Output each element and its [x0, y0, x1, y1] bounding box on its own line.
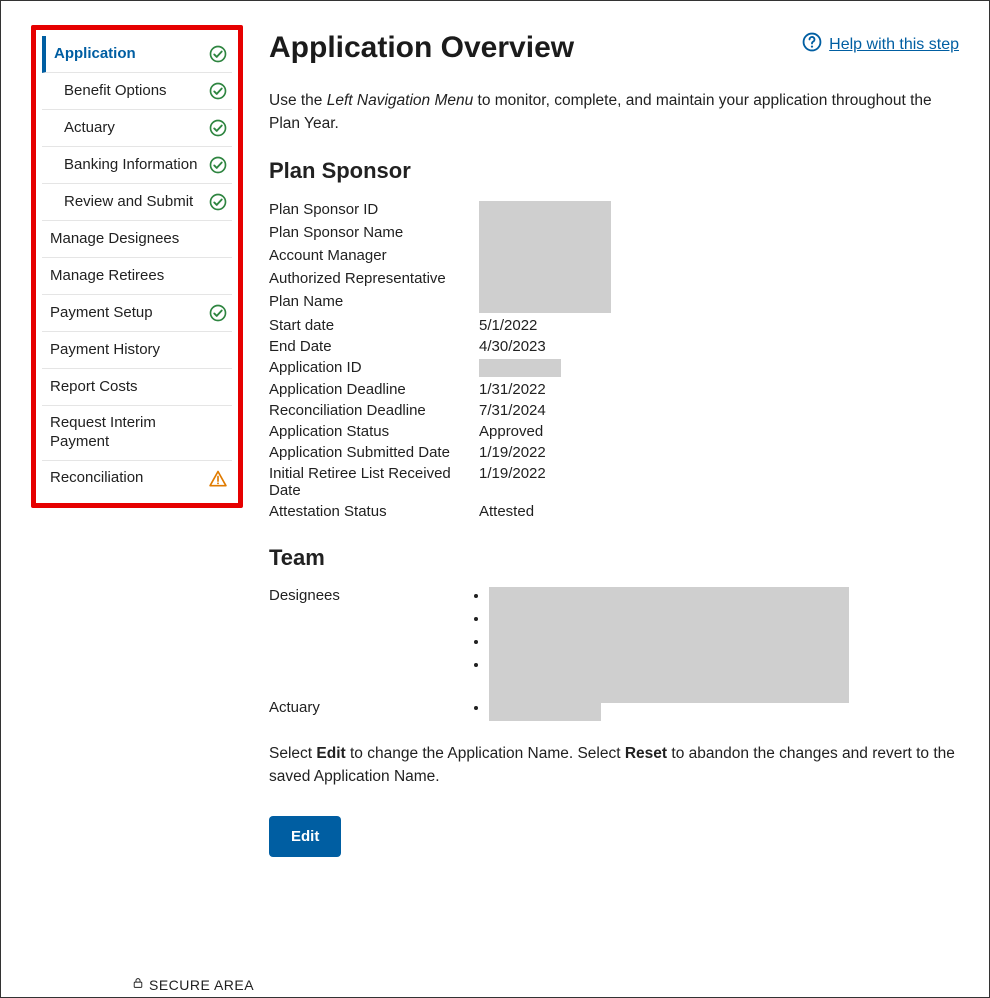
- team-actuary-row: Actuary: [269, 699, 959, 722]
- nav-label: Benefit Options: [64, 82, 200, 101]
- nav-label: Review and Submit: [64, 193, 200, 212]
- nav-item-request-interim-payment[interactable]: Request Interim Payment: [42, 406, 232, 461]
- check-circle-icon: [208, 192, 228, 212]
- field-label-application-submitted-date: Application Submitted Date: [269, 443, 479, 462]
- field-label-plan-sponsor-id: Plan Sponsor ID: [269, 200, 479, 221]
- field-value-start-date: 5/1/2022: [479, 316, 959, 335]
- secure-area-label: SECURE AREA: [149, 977, 254, 993]
- field-value-initial-retiree-list-date: 1/19/2022: [479, 464, 959, 500]
- field-value-end-date: 4/30/2023: [479, 337, 959, 356]
- field-label-attestation-status: Attestation Status: [269, 502, 479, 521]
- field-label-application-deadline: Application Deadline: [269, 380, 479, 399]
- field-label-plan-name: Plan Name: [269, 292, 479, 313]
- check-circle-icon: [208, 118, 228, 138]
- plan-sponsor-heading: Plan Sponsor: [269, 158, 959, 184]
- field-label-start-date: Start date: [269, 316, 479, 335]
- field-label-application-id: Application ID: [269, 358, 479, 378]
- page-title: Application Overview: [269, 31, 574, 65]
- plan-sponsor-fields: Plan Sponsor ID Plan Sponsor Name Accoun…: [269, 200, 959, 521]
- warning-triangle-icon: [208, 469, 228, 489]
- actuary-label: Actuary: [269, 699, 469, 716]
- redacted-block: [479, 201, 611, 313]
- designees-list: [469, 587, 959, 673]
- field-value-application-submitted-date: 1/19/2022: [479, 443, 959, 462]
- nav-label: Manage Retirees: [50, 267, 200, 286]
- field-label-reconciliation-deadline: Reconciliation Deadline: [269, 401, 479, 420]
- field-label-application-status: Application Status: [269, 422, 479, 441]
- check-circle-icon: [208, 303, 228, 323]
- nav-item-benefit-options[interactable]: Benefit Options: [42, 73, 232, 110]
- nav-item-application[interactable]: Application: [42, 36, 232, 73]
- check-circle-icon: [208, 44, 228, 64]
- list-item: [489, 610, 959, 627]
- list-item: [489, 699, 959, 716]
- nav-label: Banking Information: [64, 156, 200, 175]
- designees-label: Designees: [269, 587, 469, 604]
- list-item: [489, 633, 959, 650]
- field-label-end-date: End Date: [269, 337, 479, 356]
- nav-item-manage-retirees[interactable]: Manage Retirees: [42, 258, 232, 295]
- help-with-this-step-link[interactable]: Help with this step: [801, 31, 959, 58]
- actuary-list: [469, 699, 959, 716]
- nav-label: Actuary: [64, 119, 200, 138]
- nav-label: Report Costs: [50, 378, 200, 397]
- lock-icon: [131, 976, 145, 993]
- team-heading: Team: [269, 545, 959, 571]
- check-circle-icon: [208, 155, 228, 175]
- field-label-authorized-rep: Authorized Representative: [269, 269, 479, 290]
- edit-instructions: Select Edit to change the Application Na…: [269, 742, 959, 789]
- check-circle-icon: [208, 81, 228, 101]
- nav-label: Request Interim Payment: [50, 414, 200, 452]
- list-item: [489, 656, 959, 673]
- field-label-account-manager: Account Manager: [269, 246, 479, 267]
- nav-item-reconciliation[interactable]: Reconciliation: [42, 461, 232, 497]
- nav-label: Reconciliation: [50, 469, 200, 488]
- help-link-label: Help with this step: [829, 36, 959, 54]
- field-label-initial-retiree-list-date: Initial Retiree List Received Date: [269, 464, 479, 500]
- field-value-attestation-status: Attested: [479, 502, 959, 521]
- nav-item-manage-designees[interactable]: Manage Designees: [42, 221, 232, 258]
- redacted-value: [479, 359, 561, 377]
- nav-label: Application: [54, 45, 200, 64]
- left-nav: Application Benefit Options Actuary: [42, 36, 232, 497]
- field-label-plan-sponsor-name: Plan Sponsor Name: [269, 223, 479, 244]
- edit-button[interactable]: Edit: [269, 816, 341, 857]
- nav-item-banking-information[interactable]: Banking Information: [42, 147, 232, 184]
- nav-item-report-costs[interactable]: Report Costs: [42, 369, 232, 406]
- secure-area-indicator: SECURE AREA: [131, 976, 254, 993]
- help-circle-icon: [801, 31, 823, 58]
- field-value-plan-sponsor-id: [479, 200, 959, 314]
- sidebar-highlight-box: Application Benefit Options Actuary: [31, 25, 243, 508]
- field-value-application-status: Approved: [479, 422, 959, 441]
- field-value-application-deadline: 1/31/2022: [479, 380, 959, 399]
- field-value-reconciliation-deadline: 7/31/2024: [479, 401, 959, 420]
- nav-item-review-submit[interactable]: Review and Submit: [42, 184, 232, 221]
- nav-label: Payment History: [50, 341, 200, 360]
- nav-label: Payment Setup: [50, 304, 200, 323]
- team-designees-row: Designees: [269, 587, 959, 679]
- nav-item-actuary[interactable]: Actuary: [42, 110, 232, 147]
- nav-label: Manage Designees: [50, 230, 200, 249]
- list-item: [489, 587, 959, 604]
- nav-item-payment-setup[interactable]: Payment Setup: [42, 295, 232, 332]
- nav-item-payment-history[interactable]: Payment History: [42, 332, 232, 369]
- intro-text: Use the Left Navigation Menu to monitor,…: [269, 89, 959, 136]
- field-value-application-id: [479, 358, 959, 378]
- main-content: Application Overview Help with this step…: [269, 25, 959, 857]
